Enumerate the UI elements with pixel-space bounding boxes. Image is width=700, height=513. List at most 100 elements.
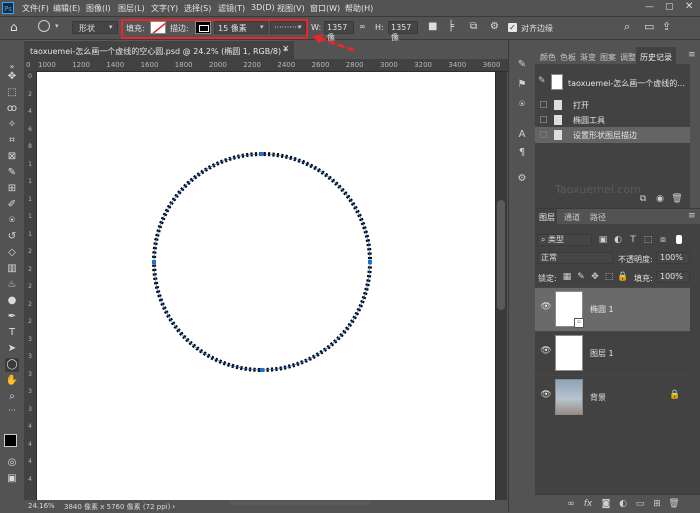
horizontal-scrollbar-thumb[interactable]	[230, 501, 370, 505]
trash-icon[interactable]: 🗑	[671, 193, 683, 205]
document-tab[interactable]: taoxuemei-怎么画一个虚线的空心圆.psd @ 24.2% (椭圆 1,…	[24, 40, 294, 59]
clone-stamp-tool-icon[interactable]: ⍟	[5, 214, 19, 228]
layer-row[interactable]: 👁 ▫ 椭圆 1	[535, 287, 690, 331]
anchor-point-right[interactable]	[368, 260, 372, 264]
anchor-point-left[interactable]	[152, 260, 156, 264]
tab-swatches[interactable]: 色板	[560, 52, 576, 63]
tab-adjustments[interactable]: 调整	[620, 52, 636, 63]
lock-artboard-icon[interactable]: ⬚	[603, 271, 615, 283]
tab-gradients[interactable]: 渐变	[580, 52, 596, 63]
foreground-color-swatch[interactable]	[4, 434, 17, 447]
tab-history[interactable]: 历史记录	[640, 52, 672, 63]
path-arrangement-icon[interactable]: ⧉	[470, 21, 477, 32]
layer-name[interactable]: 椭圆 1	[590, 304, 614, 315]
link-layers-icon[interactable]: ∞	[565, 498, 577, 510]
new-group-icon[interactable]: ▭	[634, 498, 646, 510]
opacity-field[interactable]: 100%	[656, 252, 690, 264]
path-selection-tool-icon[interactable]: ➤	[5, 342, 19, 356]
path-operations-icon[interactable]: ■	[428, 21, 437, 32]
history-brush-source-icon[interactable]: ✎	[538, 76, 546, 86]
menu-window[interactable]: 窗口(W)	[310, 3, 340, 14]
menu-layer[interactable]: 图层(L)	[118, 3, 145, 14]
move-tool-icon[interactable]: ✥	[5, 70, 19, 84]
character-icon[interactable]: A	[515, 128, 529, 142]
align-edges-checkbox[interactable]: ✓	[508, 23, 517, 32]
tab-layers[interactable]: 图层	[539, 212, 555, 223]
new-document-from-state-icon[interactable]: ⧉	[637, 193, 649, 205]
eye-icon[interactable]: 👁	[540, 346, 552, 358]
filter-pixel-icon[interactable]: ▣	[597, 234, 609, 246]
menu-select[interactable]: 选择(S)	[184, 3, 211, 14]
ellipse-tool-preset-icon[interactable]	[38, 20, 50, 32]
gear-icon[interactable]: ⚙	[490, 21, 499, 32]
dodge-tool-icon[interactable]: ●	[5, 294, 19, 308]
menu-file[interactable]: 文件(F)	[22, 3, 49, 14]
eye-icon[interactable]: 👁	[540, 302, 552, 314]
workspace-icon[interactable]: ▭	[644, 20, 654, 33]
menu-type[interactable]: 文字(Y)	[151, 3, 178, 14]
eraser-tool-icon[interactable]: ◇	[5, 246, 19, 260]
magic-wand-tool-icon[interactable]: ✧	[5, 118, 19, 132]
add-mask-icon[interactable]: ◙	[600, 498, 612, 510]
tab-paths[interactable]: 路径	[590, 212, 606, 223]
menu-help[interactable]: 帮助(H)	[345, 3, 373, 14]
lock-all-icon[interactable]: 🔒	[617, 271, 629, 283]
lock-transparency-icon[interactable]: ▦	[561, 271, 573, 283]
history-item-open[interactable]: 打开	[535, 97, 690, 113]
menu-3d[interactable]: 3D(D)	[251, 3, 275, 12]
lock-pixels-icon[interactable]: ✎	[575, 271, 587, 283]
shape-mode-select[interactable]: 形状 ▾	[72, 21, 118, 34]
history-brush-tool-icon[interactable]: ↺	[5, 230, 19, 244]
close-tab-icon[interactable]: ×	[282, 44, 290, 54]
history-item-ellipse-tool[interactable]: 椭圆工具	[535, 112, 690, 128]
brushes-icon[interactable]: ⚑	[515, 78, 529, 92]
delete-layer-icon[interactable]: 🗑	[668, 498, 680, 510]
marquee-tool-icon[interactable]: ⬚	[5, 86, 19, 100]
maximize-icon[interactable]: ▢	[665, 2, 674, 12]
panel-menu-icon[interactable]: ≡	[688, 50, 696, 60]
minimize-icon[interactable]: —	[645, 2, 654, 12]
eyedropper-tool-icon[interactable]: ✎	[5, 166, 19, 180]
blur-tool-icon[interactable]: ♨	[5, 278, 19, 292]
close-window-icon[interactable]: ✕	[685, 1, 693, 12]
filter-adjustment-icon[interactable]: ◐	[612, 234, 624, 246]
filter-toggle[interactable]	[676, 235, 682, 244]
clone-source-icon[interactable]: ⍟	[515, 98, 529, 112]
fill-opacity-field[interactable]: 100%	[656, 271, 690, 283]
brush-tool-icon[interactable]: ✐	[5, 198, 19, 212]
zoom-level[interactable]: 24.16%	[28, 502, 55, 510]
height-field[interactable]: 1357 像	[388, 21, 418, 42]
screen-mode-icon[interactable]: ▣	[5, 472, 19, 486]
menu-edit[interactable]: 编辑(E)	[53, 3, 80, 14]
home-icon[interactable]: ⌂	[10, 20, 18, 34]
layer-name[interactable]: 图层 1	[590, 348, 614, 359]
adjustment-layer-icon[interactable]: ◐	[617, 498, 629, 510]
frame-tool-icon[interactable]: ⊠	[5, 150, 19, 164]
paragraph-icon[interactable]: ¶	[515, 146, 529, 160]
chevron-down-icon[interactable]: ▾	[55, 22, 59, 30]
link-icon[interactable]: ∞	[359, 22, 366, 31]
layer-style-icon[interactable]: fx	[582, 498, 594, 510]
layer-row[interactable]: 👁 图层 1	[535, 331, 690, 375]
crop-tool-icon[interactable]: ⌗	[5, 134, 19, 148]
healing-brush-tool-icon[interactable]: ⊞	[5, 182, 19, 196]
more-tools-icon[interactable]: ···	[5, 404, 19, 418]
ellipse-tool-icon[interactable]: ◯	[5, 358, 19, 372]
brush-settings-icon[interactable]: ✎	[515, 58, 529, 72]
gradient-tool-icon[interactable]: ▥	[5, 262, 19, 276]
eye-icon[interactable]: 👁	[540, 390, 552, 402]
zoom-tool-icon[interactable]: ⌕	[5, 390, 19, 404]
vertical-scrollbar-thumb[interactable]	[497, 200, 505, 310]
history-snapshot-label[interactable]: taoxuemei-怎么画一个虚线的...	[568, 78, 685, 89]
share-icon[interactable]: ⇪	[662, 20, 671, 33]
path-alignment-icon[interactable]: ╞	[448, 21, 454, 32]
new-layer-icon[interactable]: ⊞	[651, 498, 663, 510]
blend-mode-select[interactable]: 正常	[537, 252, 613, 264]
history-item-set-stroke[interactable]: 设置形状图层描边	[535, 127, 690, 143]
tab-channels[interactable]: 通道	[564, 212, 580, 223]
filter-smart-object-icon[interactable]: ⧈	[657, 234, 669, 246]
type-tool-icon[interactable]: T	[5, 326, 19, 340]
menu-view[interactable]: 视图(V)	[277, 3, 305, 14]
anchor-point-bottom[interactable]	[260, 368, 264, 372]
layers-panel-menu-icon[interactable]: ≡	[688, 211, 696, 221]
